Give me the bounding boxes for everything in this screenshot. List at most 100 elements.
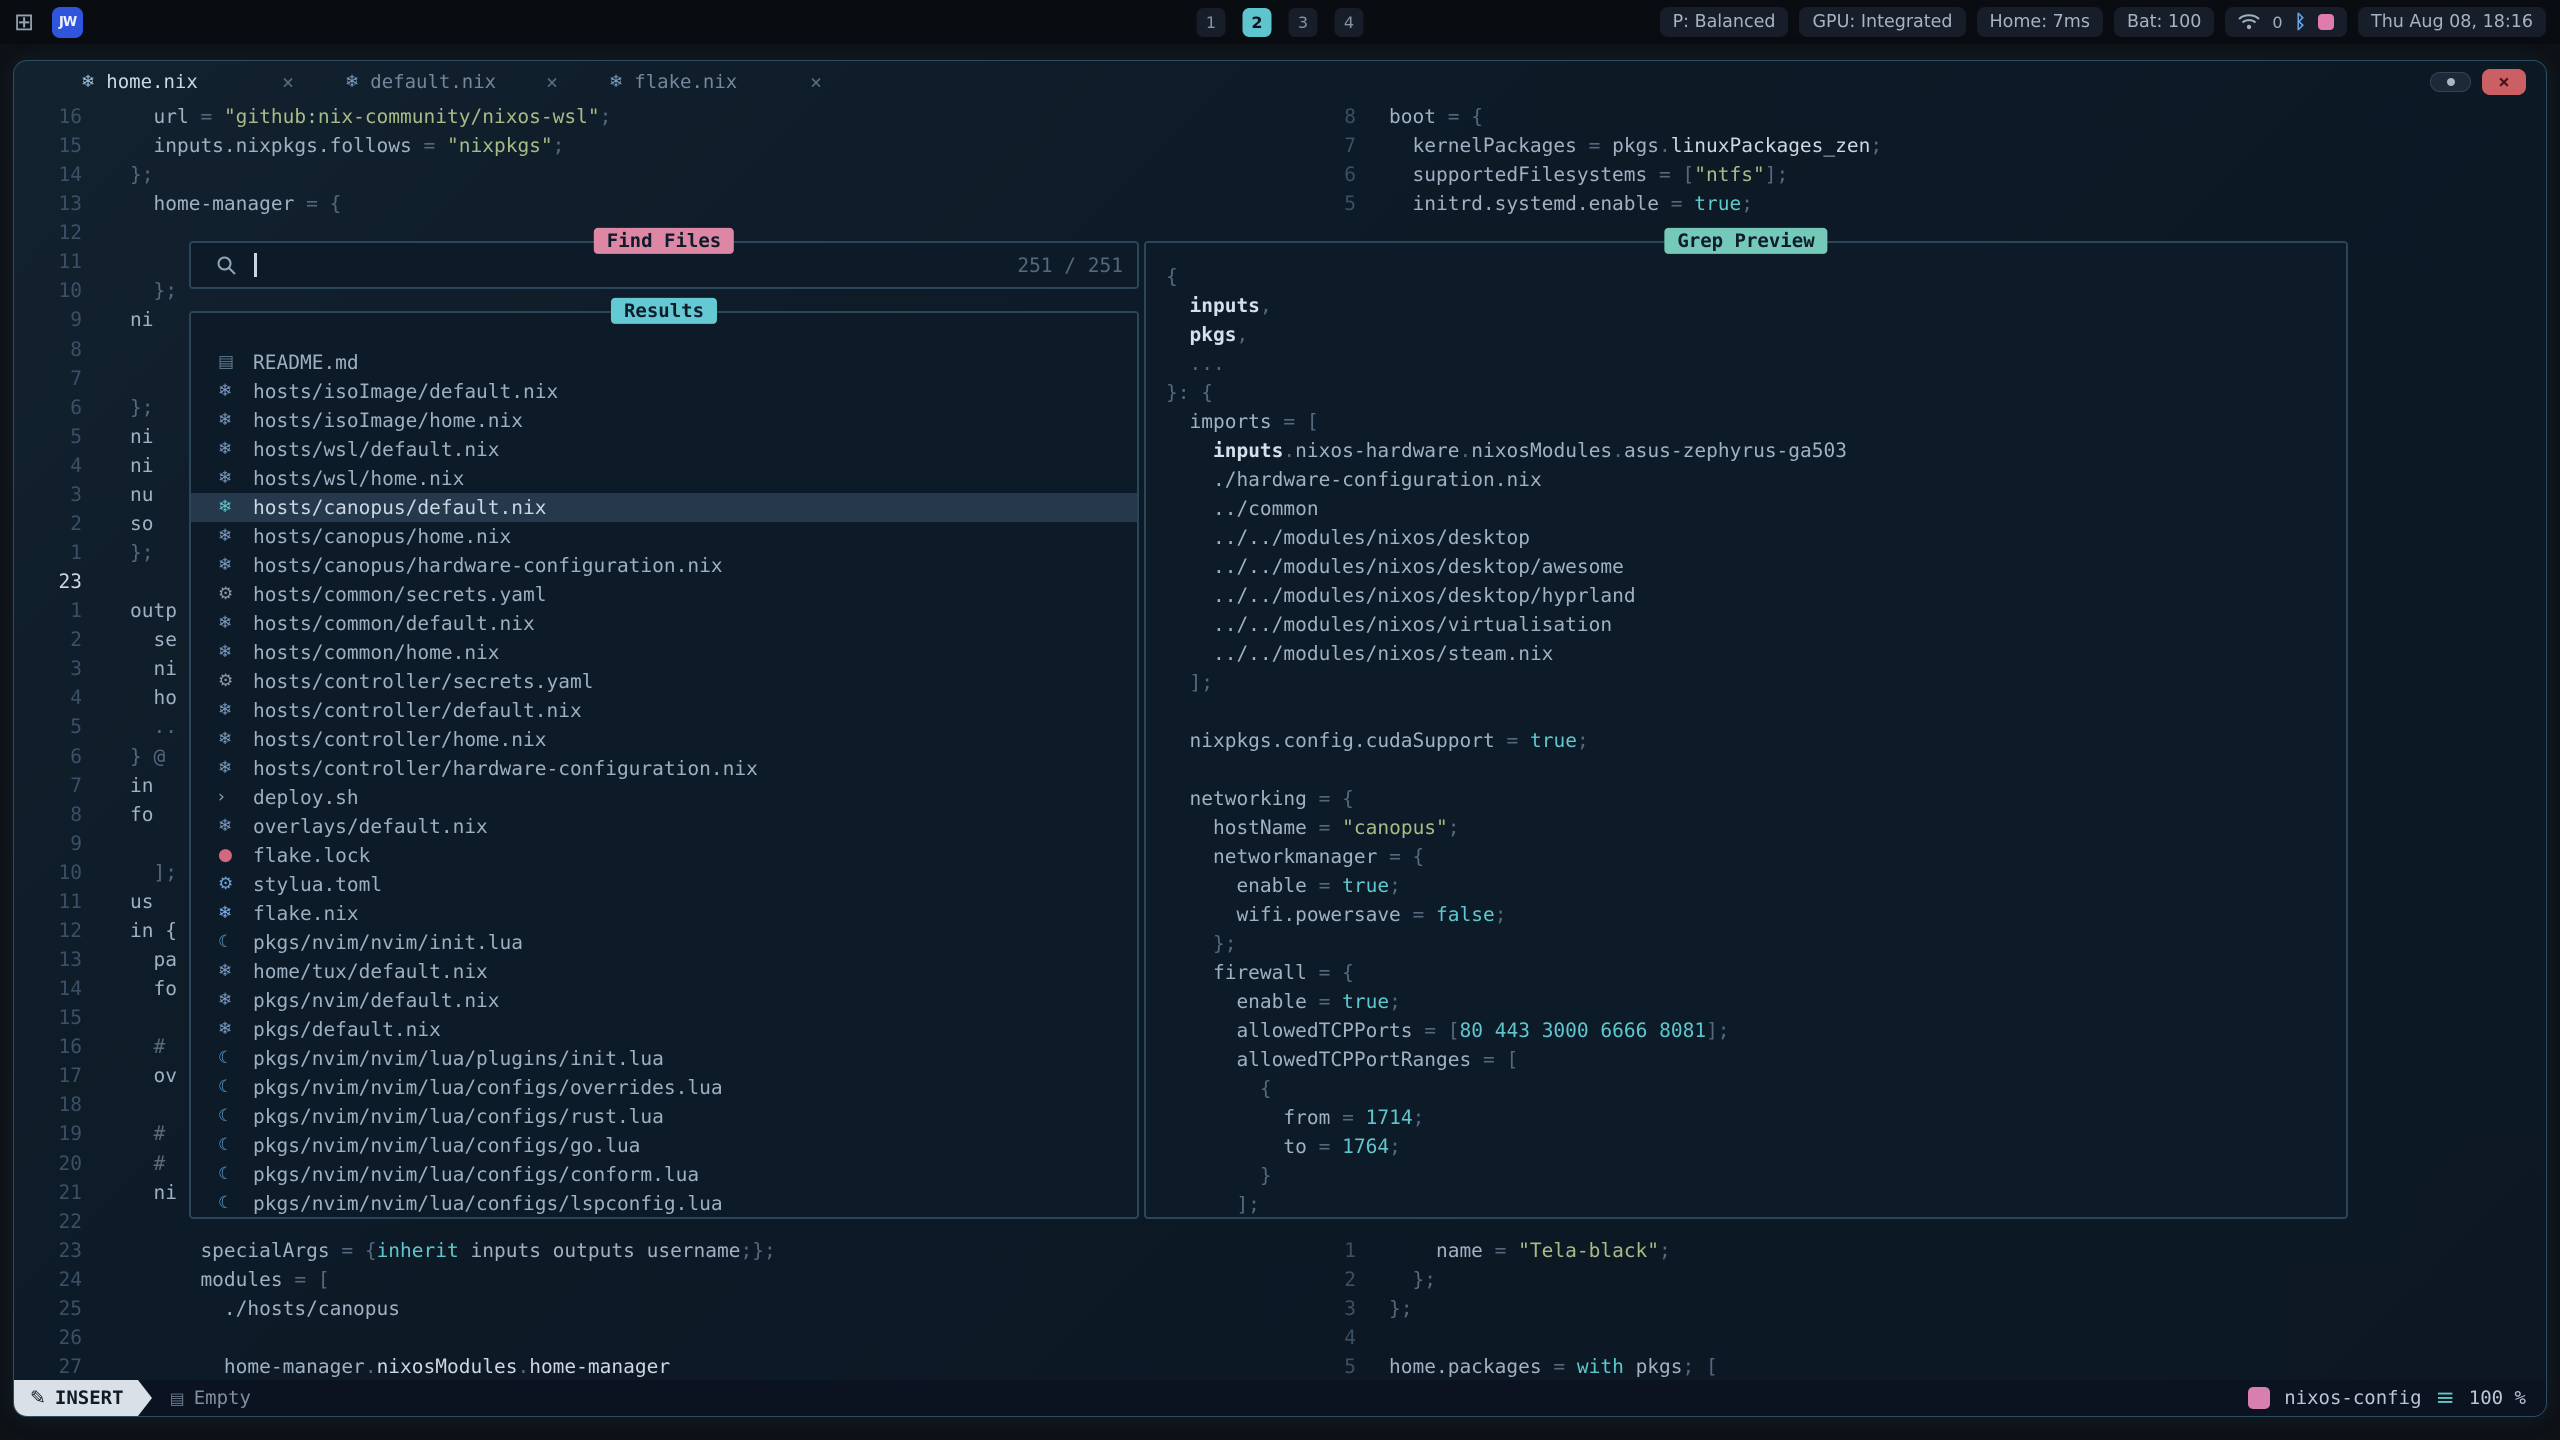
app-launcher-icon[interactable]: ⊞ (14, 10, 34, 34)
lua-file-icon: ☾ (218, 1189, 253, 1217)
workspace-4[interactable]: 4 (1335, 8, 1364, 37)
file-result[interactable]: ❄hosts/canopus/default.nix (191, 493, 1137, 522)
file-result[interactable]: ☾pkgs/nvim/nvim/init.lua (191, 928, 1137, 957)
file-name: hosts/isoImage/home.nix (253, 406, 523, 435)
preview-line: ../common (1166, 494, 2346, 523)
file-result[interactable]: ❄hosts/common/default.nix (191, 609, 1137, 638)
preview-line: ... (1166, 349, 2346, 378)
file-name: pkgs/nvim/nvim/init.lua (253, 928, 523, 957)
file-result[interactable]: ›deploy.sh (191, 783, 1137, 812)
code-text: home-manager.nixosModules.home-manager (130, 1352, 670, 1381)
file-result[interactable]: ❄flake.nix (191, 899, 1137, 928)
file-status-label: Empty (194, 1387, 251, 1409)
line-number: 17 (14, 1061, 82, 1090)
file-result[interactable]: ☾pkgs/nvim/nvim/lua/configs/overrides.lu… (191, 1073, 1137, 1102)
preview-line: }: { (1166, 378, 2346, 407)
topbar: ⊞ JW 1234 P: BalancedGPU: IntegratedHome… (0, 0, 2560, 44)
code-text: .. (130, 712, 177, 741)
file-name: pkgs/nvim/default.nix (253, 986, 500, 1015)
line-number: 3 (1276, 1294, 1356, 1323)
terminal-window: ❄home.nix×❄default.nix×❄flake.nix× × 16 … (13, 60, 2547, 1417)
preview-line: nixpkgs.config.cudaSupport = true; (1166, 726, 2346, 755)
line-number: 13 (14, 189, 82, 218)
file-name: hosts/wsl/default.nix (253, 435, 500, 464)
line-number: 24 (14, 1265, 82, 1294)
close-tab-icon[interactable]: × (810, 70, 822, 94)
file-result[interactable]: ❄hosts/wsl/home.nix (191, 464, 1137, 493)
file-name: flake.lock (253, 841, 370, 870)
notification-count: 0 (2272, 13, 2282, 32)
file-result[interactable]: ⚙stylua.toml (191, 870, 1137, 899)
file-result[interactable]: ❄hosts/isoImage/home.nix (191, 406, 1137, 435)
telescope-prompt[interactable]: Find Files 251 / 251 (189, 241, 1139, 289)
telescope-prompt-title: Find Files (594, 228, 734, 254)
tab-flake.nix[interactable]: ❄flake.nix× (597, 66, 834, 97)
workspace-3[interactable]: 3 (1289, 8, 1318, 37)
file-result[interactable]: ❄hosts/controller/default.nix (191, 696, 1137, 725)
file-result[interactable]: ☾pkgs/nvim/nvim/lua/plugins/init.lua (191, 1044, 1137, 1073)
file-result[interactable]: ❄pkgs/default.nix (191, 1015, 1137, 1044)
line-number: 12 (14, 916, 82, 945)
nix-file-icon: ❄ (218, 1015, 253, 1044)
file-result[interactable]: ❄hosts/canopus/home.nix (191, 522, 1137, 551)
file-name: flake.nix (253, 899, 359, 928)
app-logo[interactable]: JW (52, 7, 83, 38)
preview-line: enable = true; (1166, 987, 2346, 1016)
file-result[interactable]: ☾pkgs/nvim/nvim/lua/configs/lspconfig.lu… (191, 1189, 1137, 1217)
line-number: 8 (1276, 102, 1356, 131)
code-text: url = "github:nix-community/nixos-wsl"; (130, 102, 611, 131)
code-text: }; (130, 393, 153, 422)
yaml-file-icon: ⚙ (218, 580, 253, 609)
preview-line: networking = { (1166, 784, 2346, 813)
code-text: boot = { (1389, 102, 1483, 131)
file-result[interactable]: ❄hosts/canopus/hardware-configuration.ni… (191, 551, 1137, 580)
nix-file-icon: ❄ (218, 609, 253, 638)
code-text: ho (130, 683, 177, 712)
status-module: P: Balanced (1660, 7, 1789, 37)
file-result[interactable]: ⚙hosts/common/secrets.yaml (191, 580, 1137, 609)
file-result[interactable]: ⚙hosts/controller/secrets.yaml (191, 667, 1137, 696)
preview-line (1166, 755, 2346, 784)
file-result[interactable]: ❄hosts/common/home.nix (191, 638, 1137, 667)
preview-line: ./hardware-configuration.nix (1166, 465, 2346, 494)
code-text: # (130, 1119, 165, 1148)
line-number: 5 (1276, 1352, 1356, 1381)
workspace-1[interactable]: 1 (1197, 8, 1226, 37)
code-text: fo (130, 800, 153, 829)
file-result[interactable]: ☾pkgs/nvim/nvim/lua/configs/go.lua (191, 1131, 1137, 1160)
file-result[interactable]: ❄hosts/controller/hardware-configuration… (191, 754, 1137, 783)
file-result[interactable]: ☾pkgs/nvim/nvim/lua/configs/rust.lua (191, 1102, 1137, 1131)
preview-line: allowedTCPPorts = [80 443 3000 6666 8081… (1166, 1016, 2346, 1045)
preview-line: enable = true; (1166, 871, 2346, 900)
nix-file-icon: ❄ (218, 377, 253, 406)
file-result[interactable]: ❄overlays/default.nix (191, 812, 1137, 841)
workspace-2[interactable]: 2 (1243, 8, 1272, 37)
toggle-pill-button[interactable] (2430, 72, 2471, 92)
file-result[interactable]: ❄hosts/wsl/default.nix (191, 435, 1137, 464)
window-close-button[interactable]: × (2482, 69, 2526, 95)
tab-label: home.nix (106, 71, 198, 93)
line-number: 8 (14, 800, 82, 829)
file-result[interactable]: ▤README.md (191, 348, 1137, 377)
close-tab-icon[interactable]: × (546, 70, 558, 94)
preview-line: } (1166, 1161, 2346, 1190)
preview-line: from = 1714; (1166, 1103, 2346, 1132)
close-tab-icon[interactable]: × (282, 70, 294, 94)
code-line: 7 kernelPackages = pkgs.linuxPackages_ze… (1276, 131, 2546, 160)
tab-default.nix[interactable]: ❄default.nix× (333, 66, 570, 97)
line-number: 6 (14, 393, 82, 422)
line-number: 22 (14, 1207, 82, 1236)
line-number: 10 (14, 858, 82, 887)
code-line: 5home.packages = with pkgs; [ (1276, 1352, 2546, 1381)
status-module: Bat: 100 (2114, 7, 2214, 37)
file-result[interactable]: ●flake.lock (191, 841, 1137, 870)
file-result[interactable]: ❄home/tux/default.nix (191, 957, 1137, 986)
line-number: 8 (14, 335, 82, 364)
file-result[interactable]: ❄pkgs/nvim/default.nix (191, 986, 1137, 1015)
file-result[interactable]: ❄hosts/controller/home.nix (191, 725, 1137, 754)
tab-home.nix[interactable]: ❄home.nix× (69, 66, 306, 97)
system-tray[interactable]: 0 ᛒ (2225, 7, 2347, 37)
repo-icon (2248, 1387, 2270, 1409)
file-result[interactable]: ❄hosts/isoImage/default.nix (191, 377, 1137, 406)
file-result[interactable]: ☾pkgs/nvim/nvim/lua/configs/conform.lua (191, 1160, 1137, 1189)
